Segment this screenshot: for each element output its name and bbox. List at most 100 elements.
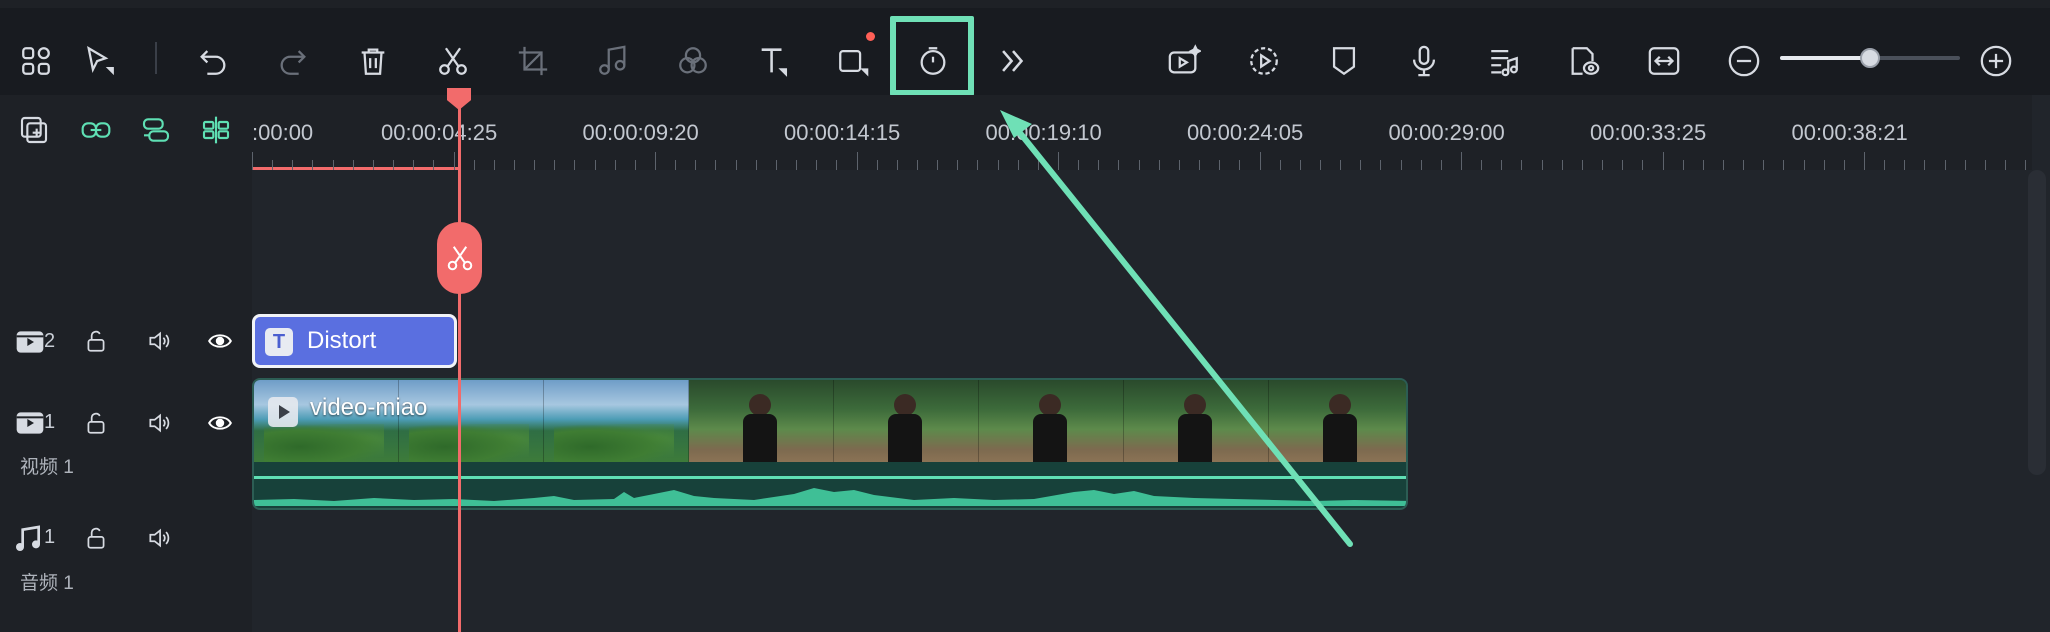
video-clip-icon (268, 397, 298, 427)
add-track-icon[interactable] (14, 110, 54, 150)
ruler-tick (937, 160, 939, 170)
lock-icon[interactable] (79, 406, 113, 440)
video-clip-label: video-miao (310, 394, 428, 421)
ruler-tick (1219, 160, 1221, 170)
ruler-tick (292, 160, 294, 170)
ruler-tick (755, 160, 757, 170)
audio-icon[interactable] (588, 36, 638, 86)
top-toolbar (0, 0, 2050, 96)
split-icon[interactable] (428, 36, 478, 86)
ruler-tick (1058, 152, 1059, 170)
ruler-tick (836, 160, 838, 170)
microphone-icon[interactable] (1399, 36, 1449, 86)
timeline-track-area[interactable] (252, 95, 2050, 632)
ai-video-icon[interactable] (1159, 36, 1209, 86)
marker-icon[interactable] (1319, 36, 1369, 86)
ruler-tick (1541, 160, 1543, 170)
thumbnail (1269, 380, 1406, 462)
lock-icon[interactable] (79, 521, 113, 555)
volume-icon[interactable] (142, 406, 176, 440)
ruler-tick (1400, 160, 1402, 170)
color-icon[interactable] (668, 36, 718, 86)
ruler-tick (2025, 160, 2027, 170)
more-icon[interactable] (988, 36, 1038, 86)
ruler-tick (1521, 160, 1523, 170)
ruler-tick (1783, 160, 1785, 170)
ruler-tick (312, 160, 314, 170)
volume-icon[interactable] (142, 521, 176, 555)
thumbnail (1124, 380, 1269, 462)
zoom-in-icon[interactable] (1971, 36, 2021, 86)
ruler-tick (1078, 160, 1080, 170)
timeline-ruler[interactable]: :00:00 00:00:04:25 00:00:09:20 00:00:14:15 0… (252, 95, 2032, 170)
thumbnail (689, 380, 834, 462)
ruler-tick (775, 160, 777, 170)
ruler-tick (1561, 160, 1563, 170)
ruler-tick (1178, 160, 1180, 170)
ruler-tick (513, 160, 515, 170)
audio-waveform (254, 488, 1406, 506)
visibility-icon[interactable] (203, 406, 237, 440)
ruler-tick (876, 160, 878, 170)
ruler-tick (957, 160, 959, 170)
ruler-tick (1763, 160, 1765, 170)
fit-timeline-icon[interactable] (1639, 36, 1689, 86)
redo-icon[interactable] (268, 36, 318, 86)
ruler-tick (493, 160, 495, 170)
ruler-tick (977, 160, 979, 170)
ruler-tick (393, 160, 395, 170)
video-clip[interactable]: video-miao (252, 378, 1408, 510)
ruler-tick (1984, 160, 1986, 170)
audio-mixer-icon[interactable] (1479, 36, 1529, 86)
snap-icon[interactable] (196, 110, 236, 150)
ruler-tick (2005, 160, 2007, 170)
ruler-tick (1319, 160, 1321, 170)
ruler-time-label: :00:00 (252, 120, 314, 145)
ruler-tick (1924, 160, 1926, 170)
ruler-tick (1158, 160, 1160, 170)
ruler-tick (1037, 160, 1039, 170)
ruler-tick (1299, 160, 1301, 170)
shape-icon[interactable] (828, 36, 878, 86)
ruler-tick (413, 160, 415, 170)
ruler-time-label: 00:00:19:10 (985, 120, 1102, 145)
preview-render-icon[interactable] (1559, 36, 1609, 86)
zoom-slider-knob[interactable] (1860, 48, 1880, 68)
track-name: 视频 1 (20, 457, 74, 478)
lock-icon[interactable] (79, 324, 113, 358)
ruler-tick (1662, 152, 1664, 170)
volume-icon[interactable] (142, 324, 176, 358)
group-icon[interactable] (136, 110, 176, 150)
zoom-slider-fill (1780, 56, 1870, 60)
layout-icon[interactable] (11, 36, 61, 86)
ruler-tick (272, 160, 274, 170)
ruler-progress (252, 167, 460, 170)
track-number: 2 (44, 330, 56, 352)
crop-icon[interactable] (508, 36, 558, 86)
select-tool-icon[interactable] (75, 36, 125, 86)
undo-icon[interactable] (188, 36, 238, 86)
ruler-tick (1722, 160, 1724, 170)
ruler-time-label: 00:00:04:25 (381, 120, 498, 145)
ruler-tick (1461, 152, 1462, 170)
thumbnail (544, 380, 689, 462)
visibility-icon[interactable] (203, 324, 237, 358)
ruler-tick (1823, 160, 1825, 170)
title-clip[interactable]: T Distort (252, 314, 457, 368)
text-icon[interactable] (748, 36, 798, 86)
vertical-scrollbar[interactable] (2028, 170, 2046, 475)
split-button[interactable] (437, 222, 482, 294)
link-icon[interactable] (76, 110, 116, 150)
ruler-tick (1138, 160, 1140, 170)
zoom-out-icon[interactable] (1719, 36, 1769, 86)
ruler-tick (856, 152, 858, 170)
ruler-tick (372, 160, 374, 170)
playhead[interactable] (458, 88, 461, 632)
thumbnail (979, 380, 1124, 462)
zoom-slider[interactable] (1780, 48, 1960, 68)
ruler-tick (796, 160, 798, 170)
ruler-tick (1098, 160, 1100, 170)
track-name: 音频 1 (20, 573, 74, 594)
auto-reframe-icon[interactable] (1239, 36, 1289, 86)
delete-icon[interactable] (348, 36, 398, 86)
